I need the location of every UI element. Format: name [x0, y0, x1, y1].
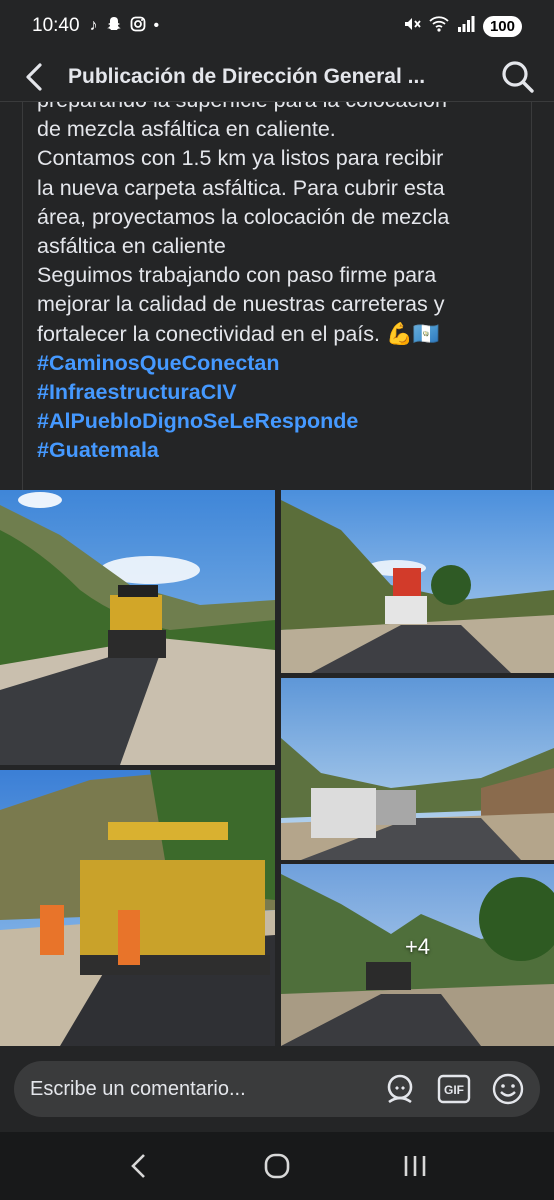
post-line: mejorar la calidad de nuestras carretera…: [37, 292, 445, 317]
snapchat-icon: [106, 16, 122, 37]
status-right: 100: [403, 15, 522, 37]
photo-dump-truck[interactable]: [281, 490, 554, 673]
wifi-icon: [429, 16, 449, 36]
status-time: 10:40: [32, 15, 80, 36]
hashtag-link[interactable]: #CaminosQueConectan: [37, 349, 523, 378]
instagram-icon: [130, 16, 146, 37]
back-button[interactable]: [14, 57, 54, 97]
more-photos-count: +4: [404, 934, 431, 959]
comment-placeholder: Escribe un comentario...: [30, 1077, 246, 1100]
photo-gallery: +4: [0, 490, 554, 1046]
dot-icon: •: [153, 17, 160, 34]
signal-icon: [457, 16, 475, 36]
nav-home-button[interactable]: [247, 1141, 307, 1191]
photo-trucks-convoy[interactable]: [281, 678, 554, 860]
search-icon: [502, 60, 534, 93]
photo-asphalt-paver[interactable]: [0, 770, 275, 1046]
post-line: área, proyectamos la colocación de mezcl…: [37, 204, 450, 229]
post-line: Seguimos trabajando con paso firme para: [37, 263, 437, 288]
chevron-left-icon: [26, 62, 42, 91]
svg-text:GIF: GIF: [444, 1083, 464, 1097]
avatar-sticker-button[interactable]: [382, 1071, 418, 1107]
photo-road-roller[interactable]: [0, 490, 275, 765]
status-app-icons: ♪ •: [89, 16, 160, 37]
page-title: Publicación de Dirección General ...: [68, 64, 426, 88]
comment-icons: GIF: [382, 1071, 526, 1107]
post-header: Publicación de Dirección General ...: [0, 52, 554, 102]
comment-composer: Escribe un comentario... GIF: [0, 1046, 554, 1132]
search-button[interactable]: [496, 55, 540, 99]
nav-back-button[interactable]: [109, 1141, 169, 1191]
gif-button[interactable]: GIF: [436, 1071, 472, 1107]
comment-input[interactable]: Escribe un comentario... GIF: [14, 1061, 540, 1117]
tiktok-icon: ♪: [89, 17, 98, 34]
hashtag-link[interactable]: #InfraestructuraCIV: [37, 378, 523, 407]
chevron-left-icon: [131, 1154, 145, 1178]
avatar-sticker-icon: [387, 1074, 413, 1104]
battery-indicator: 100: [482, 15, 522, 37]
post-line: de mezcla asfáltica en caliente.: [37, 117, 336, 142]
post-body: preparando la superficie para la colocac…: [22, 86, 532, 490]
recents-icon: [404, 1156, 426, 1176]
hashtag-link[interactable]: #AlPuebloDignoSeLeResponde: [37, 407, 523, 436]
post-line: la nueva carpeta asfáltica. Para cubrir …: [37, 175, 445, 200]
post-line: fortalecer la conectividad en el país. 💪…: [37, 321, 440, 346]
mute-icon: [403, 15, 421, 37]
smiley-icon: [492, 1073, 524, 1105]
emoji-button[interactable]: [490, 1071, 526, 1107]
home-icon: [264, 1153, 290, 1179]
hashtag-link[interactable]: #Guatemala: [37, 436, 523, 465]
nav-recents-button[interactable]: [385, 1141, 445, 1191]
photo-more[interactable]: +4: [281, 864, 554, 1046]
system-nav-bar: [0, 1132, 554, 1200]
status-bar: 10:40 ♪ • 100: [0, 0, 554, 52]
gif-icon: GIF: [437, 1074, 471, 1104]
post-line: asfáltica en caliente: [37, 234, 226, 259]
post-line: Contamos con 1.5 km ya listos para recib…: [37, 146, 444, 171]
